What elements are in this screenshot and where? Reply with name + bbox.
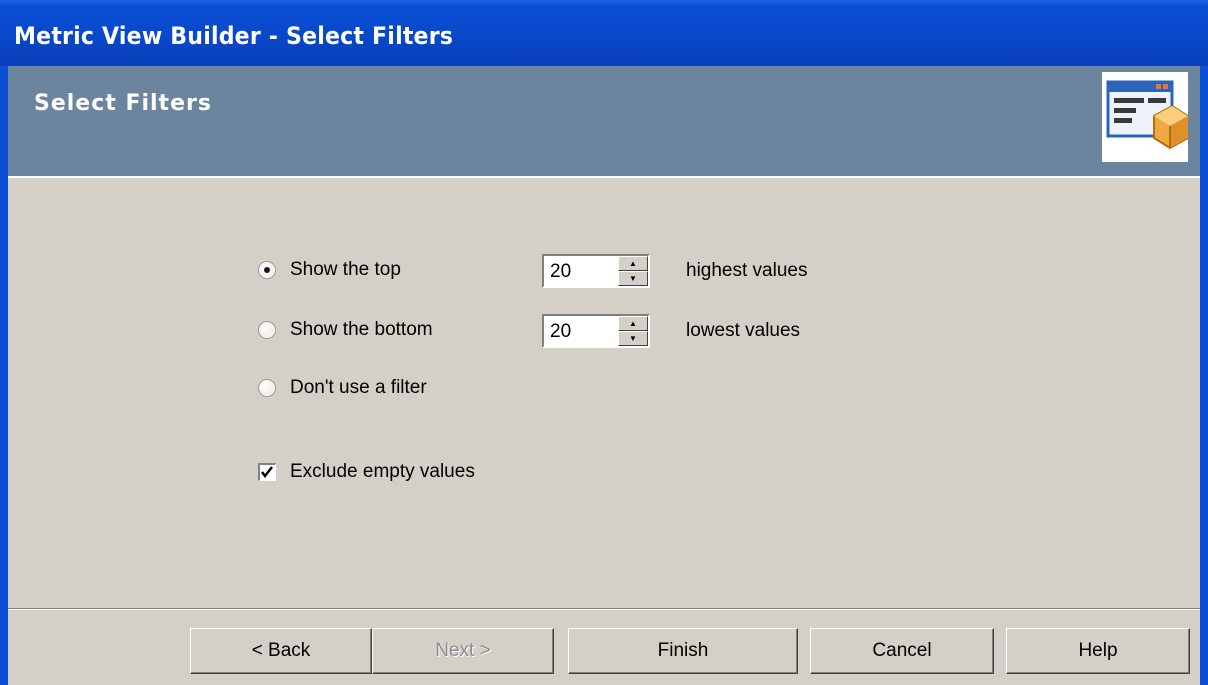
- arrow-down-icon: ▼: [629, 333, 637, 343]
- window-frame-right: [1200, 66, 1208, 685]
- help-button[interactable]: Help: [1006, 628, 1190, 674]
- spin-down-button[interactable]: ▼: [618, 331, 648, 346]
- filter-options-panel: Show the top 20 ▲ ▼ highest values Show …: [8, 178, 1200, 608]
- arrow-down-icon: ▼: [629, 273, 637, 283]
- back-button[interactable]: < Back: [190, 628, 372, 674]
- top-count-value[interactable]: 20: [544, 256, 618, 286]
- spin-up-button[interactable]: ▲: [618, 256, 648, 271]
- next-button[interactable]: Next >: [372, 628, 554, 674]
- radio-show-bottom[interactable]: [258, 321, 276, 339]
- spin-up-button[interactable]: ▲: [618, 316, 648, 331]
- dialog-client-area: Select Filters Show the top 20 ▲ ▼ highe…: [8, 66, 1200, 685]
- label-highest-values: highest values: [686, 260, 808, 281]
- arrow-up-icon: ▲: [629, 318, 637, 328]
- arrow-up-icon: ▲: [629, 258, 637, 268]
- window-title: Metric View Builder - Select Filters: [14, 22, 454, 50]
- exclude-empty-checkbox[interactable]: [258, 463, 276, 481]
- wizard-box-icon: [1102, 72, 1189, 162]
- cancel-button[interactable]: Cancel: [810, 628, 994, 674]
- window-frame-left: [0, 66, 8, 685]
- label-show-bottom: Show the bottom: [290, 319, 433, 340]
- radio-show-top[interactable]: [258, 261, 276, 279]
- wizard-window: Metric View Builder - Select Filters Sel…: [0, 0, 1208, 685]
- top-count-stepper[interactable]: 20 ▲ ▼: [542, 254, 650, 288]
- wizard-header: Select Filters: [8, 66, 1200, 178]
- checkmark-icon: [261, 466, 273, 478]
- option-no-filter[interactable]: Don't use a filter: [258, 374, 427, 402]
- option-exclude-empty[interactable]: Exclude empty values: [258, 458, 475, 486]
- option-show-bottom[interactable]: Show the bottom: [258, 316, 433, 344]
- label-exclude-empty: Exclude empty values: [290, 461, 475, 482]
- page-title: Select Filters: [34, 91, 212, 116]
- option-show-top[interactable]: Show the top: [258, 256, 401, 284]
- bottom-count-value[interactable]: 20: [544, 316, 618, 346]
- spin-down-button[interactable]: ▼: [618, 271, 648, 286]
- footer-divider: [8, 608, 1200, 610]
- label-show-top: Show the top: [290, 259, 401, 280]
- radio-no-filter[interactable]: [258, 379, 276, 397]
- bottom-count-stepper[interactable]: 20 ▲ ▼: [542, 314, 650, 348]
- label-lowest-values: lowest values: [686, 320, 801, 341]
- title-bar[interactable]: Metric View Builder - Select Filters: [0, 0, 1208, 66]
- finish-button[interactable]: Finish: [568, 628, 798, 674]
- label-no-filter: Don't use a filter: [290, 377, 427, 398]
